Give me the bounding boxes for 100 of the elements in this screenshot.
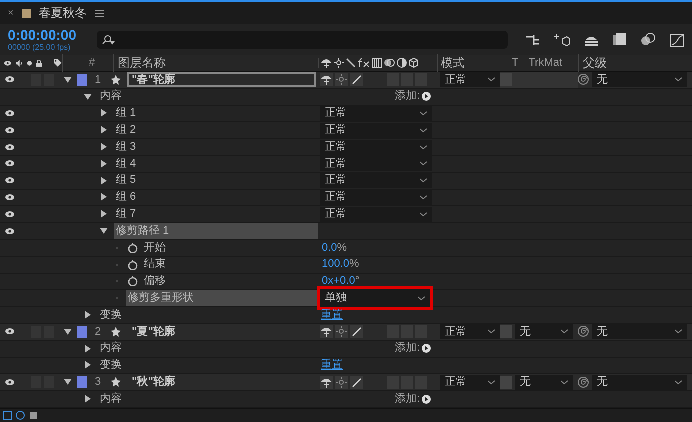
- chevron-down-icon[interactable]: [420, 178, 427, 184]
- mode-dropdown[interactable]: 正常: [440, 324, 500, 340]
- expand-triangle-icon[interactable]: [100, 160, 108, 168]
- switch-toggle[interactable]: [415, 73, 427, 86]
- add-button[interactable]: 添加:: [394, 88, 431, 105]
- spiral-icon[interactable]: [578, 74, 589, 86]
- layer-name[interactable]: "秋"轮廓: [127, 374, 316, 390]
- sun-icon[interactable]: [335, 376, 348, 389]
- lock-toggle[interactable]: [44, 376, 54, 388]
- play-circle-icon[interactable]: [422, 92, 431, 102]
- expand-triangle-icon[interactable]: [84, 395, 92, 404]
- blend-mode-dropdown[interactable]: 正常: [320, 206, 432, 222]
- chevron-down-icon[interactable]: [420, 161, 427, 166]
- eye-icon[interactable]: [5, 210, 15, 218]
- switch-toggle[interactable]: [387, 73, 399, 86]
- label-color-swatch[interactable]: [77, 326, 87, 338]
- eye-icon[interactable]: [5, 228, 15, 235]
- layer-name[interactable]: "春"轮廓: [127, 72, 316, 88]
- star-icon[interactable]: [111, 74, 121, 85]
- switch-toggle[interactable]: [387, 325, 399, 338]
- play-circle-icon[interactable]: [422, 344, 431, 354]
- eye-icon[interactable]: [5, 126, 15, 134]
- blend-mode-dropdown[interactable]: 正常: [320, 190, 432, 205]
- lock-toggle[interactable]: [44, 74, 54, 86]
- fx-icon[interactable]: [358, 58, 370, 68]
- mode-dropdown[interactable]: 正常: [440, 374, 500, 390]
- collapse-triangle-icon[interactable]: [64, 76, 72, 84]
- timecode[interactable]: 0:00:00:00: [8, 28, 84, 42]
- chevron-down-icon[interactable]: [420, 128, 427, 133]
- trim-mode-dropdown[interactable]: 单独: [320, 289, 430, 308]
- property-value[interactable]: 0x+0.0°: [322, 273, 360, 290]
- chevron-down-icon[interactable]: [420, 194, 427, 200]
- expand-triangle-icon[interactable]: [100, 193, 108, 202]
- panel-icon[interactable]: [29, 411, 38, 420]
- graph-icon[interactable]: [670, 32, 684, 46]
- preserve-toggle[interactable]: [500, 376, 512, 389]
- eye-icon[interactable]: [5, 177, 15, 184]
- switch-toggle[interactable]: [415, 325, 427, 338]
- solo-toggle[interactable]: [31, 376, 41, 388]
- star-icon[interactable]: [111, 377, 121, 388]
- trkmat-dropdown[interactable]: 无: [515, 374, 573, 390]
- sun-icon[interactable]: [335, 73, 348, 86]
- overlap-circles-icon[interactable]: [641, 33, 656, 46]
- column-header[interactable]: TrkMat: [528, 54, 563, 72]
- shy-icon[interactable]: [320, 73, 333, 86]
- property-value[interactable]: 100.0%: [322, 256, 360, 273]
- chevron-down-icon[interactable]: [420, 144, 427, 150]
- blend-mode-dropdown[interactable]: 正常: [320, 122, 432, 138]
- label-color-swatch[interactable]: [77, 376, 87, 388]
- collapse-triangle-icon[interactable]: [64, 328, 72, 336]
- expand-triangle-icon[interactable]: [100, 143, 108, 152]
- stopwatch-icon[interactable]: [128, 276, 138, 286]
- trkmat-dropdown[interactable]: 无: [515, 324, 573, 340]
- close-icon[interactable]: ×: [8, 6, 14, 20]
- shy-icon[interactable]: [320, 325, 333, 338]
- chevron-down-icon[interactable]: [675, 329, 682, 334]
- chevron-down-icon[interactable]: [488, 329, 495, 334]
- sparkle-cube-icon[interactable]: [554, 32, 570, 46]
- switch-toggle[interactable]: [415, 376, 427, 389]
- parent-dropdown[interactable]: 无: [592, 374, 687, 390]
- switch-toggle[interactable]: [401, 73, 413, 86]
- eye-icon[interactable]: [5, 194, 15, 201]
- speaker-icon[interactable]: [16, 58, 23, 68]
- add-button[interactable]: 添加:: [394, 340, 431, 357]
- blend-mode-dropdown[interactable]: 正常: [320, 106, 432, 121]
- column-header[interactable]: 父级: [583, 54, 607, 72]
- chevron-down-icon[interactable]: [561, 380, 568, 385]
- tag-icon[interactable]: [54, 58, 62, 68]
- slash-icon[interactable]: [346, 58, 356, 68]
- blend-mode-dropdown[interactable]: 正常: [320, 156, 432, 172]
- shy-icon[interactable]: [320, 376, 333, 389]
- parent-dropdown[interactable]: 无: [592, 324, 687, 340]
- play-circle-icon[interactable]: [422, 394, 431, 404]
- chevron-down-icon[interactable]: [675, 77, 682, 82]
- eye-icon[interactable]: [5, 144, 15, 151]
- eye-icon[interactable]: [5, 160, 15, 168]
- tab-title[interactable]: 春夏秋冬: [38, 4, 87, 22]
- switch-toggle[interactable]: [387, 376, 399, 389]
- shy-icon[interactable]: [321, 58, 332, 68]
- collapse-triangle-icon[interactable]: [100, 227, 108, 236]
- preserve-toggle[interactable]: [500, 73, 512, 86]
- label-color-swatch[interactable]: [77, 74, 87, 86]
- cube-icon[interactable]: [409, 58, 419, 68]
- chevron-down-icon[interactable]: [420, 110, 427, 116]
- motion-blur-icon[interactable]: [384, 58, 395, 68]
- collapse-triangle-icon[interactable]: [84, 92, 92, 101]
- add-button[interactable]: 添加:: [394, 390, 431, 408]
- expand-triangle-icon[interactable]: [100, 109, 108, 118]
- hierarchy-icon[interactable]: [526, 34, 540, 46]
- slash-icon[interactable]: [350, 73, 363, 86]
- expand-triangle-icon[interactable]: [100, 210, 108, 218]
- star-icon[interactable]: [111, 326, 121, 337]
- chevron-down-icon[interactable]: [488, 380, 495, 385]
- dot-icon[interactable]: [26, 60, 32, 66]
- frame-blend-icon[interactable]: [372, 58, 382, 68]
- mode-dropdown[interactable]: 正常: [440, 72, 500, 88]
- parent-dropdown[interactable]: 无: [592, 72, 687, 88]
- expand-triangle-icon[interactable]: [84, 361, 92, 370]
- blend-mode-dropdown[interactable]: 正常: [320, 140, 432, 155]
- eye-icon[interactable]: [5, 110, 15, 117]
